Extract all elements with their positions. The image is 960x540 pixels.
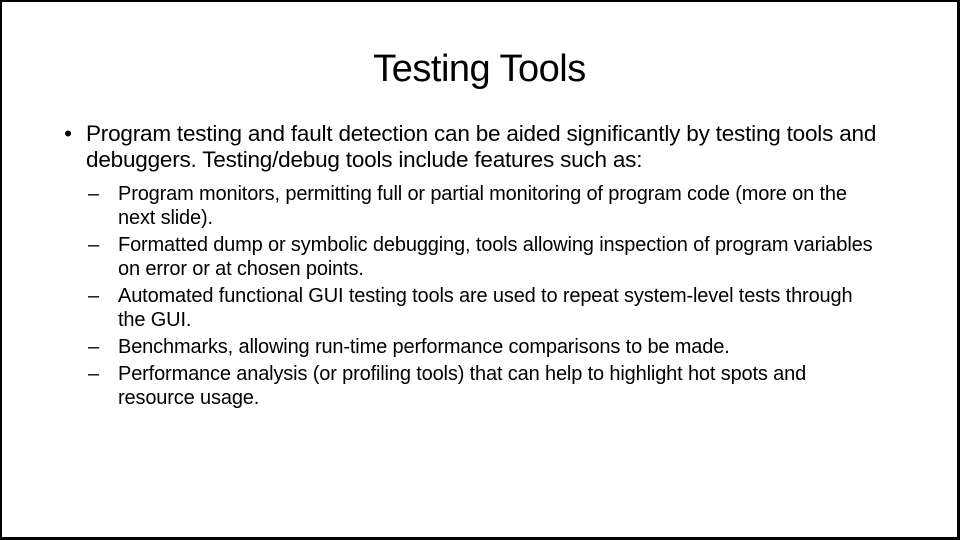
slide: Testing Tools • Program testing and faul… [0, 0, 960, 540]
sub-bullet-item: – Benchmarks, allowing run-time performa… [88, 335, 878, 359]
sub-bullet-text: Program monitors, permitting full or par… [118, 183, 847, 229]
sub-bullet-item: – Automated functional GUI testing tools… [88, 284, 878, 332]
bullet-text: Program testing and fault detection can … [86, 121, 877, 172]
sub-bullet-list: – Program monitors, permitting full or p… [88, 182, 918, 410]
sub-bullet-item: – Formatted dump or symbolic debugging, … [88, 233, 878, 281]
dash-marker: – [88, 183, 99, 205]
slide-body: • Program testing and fault detection ca… [58, 121, 918, 413]
dash-marker: – [88, 285, 99, 307]
bullet-marker: • [64, 121, 72, 146]
sub-bullet-text: Benchmarks, allowing run-time performanc… [118, 336, 730, 358]
dash-marker: – [88, 336, 99, 358]
sub-bullet-text: Formatted dump or symbolic debugging, to… [118, 234, 873, 280]
dash-marker: – [88, 363, 99, 385]
bullet-item: • Program testing and fault detection ca… [58, 121, 918, 173]
sub-bullet-text: Automated functional GUI testing tools a… [118, 285, 853, 331]
slide-title: Testing Tools [373, 48, 586, 90]
dash-marker: – [88, 234, 99, 256]
sub-bullet-item: – Performance analysis (or profiling too… [88, 362, 878, 410]
sub-bullet-item: – Program monitors, permitting full or p… [88, 182, 878, 230]
sub-bullet-text: Performance analysis (or profiling tools… [118, 363, 807, 409]
